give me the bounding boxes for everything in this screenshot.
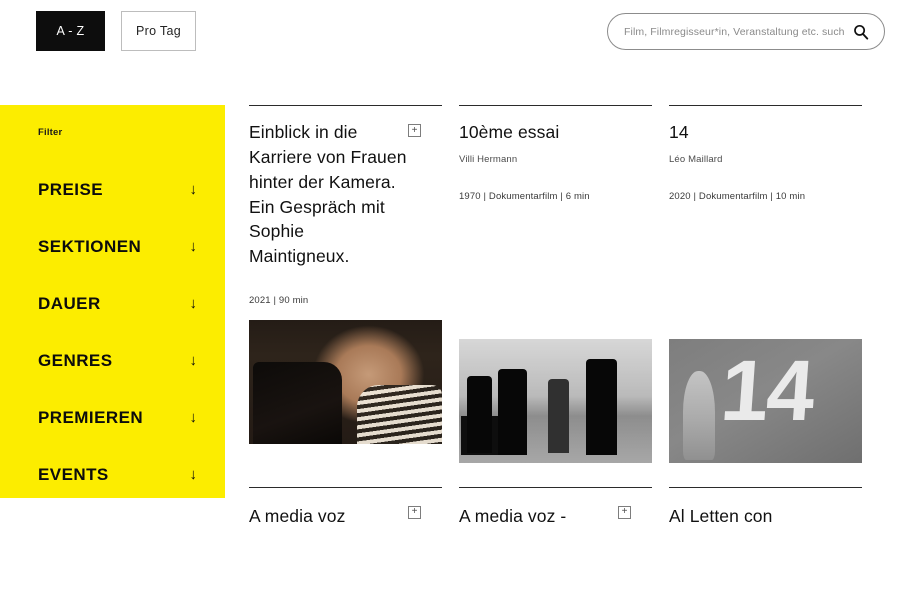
page-root: A - Z Pro Tag Filter PREISE ↓ SEKTIONEN xyxy=(0,0,900,594)
filmcrew-photo-icon xyxy=(459,338,652,463)
results-row: + A media voz + A media voz - Al Letten … xyxy=(249,486,889,529)
arrow-down-icon: ↓ xyxy=(189,409,198,426)
film-card[interactable]: + A media voz xyxy=(249,486,442,529)
top-bar: A - Z Pro Tag xyxy=(0,0,900,62)
film-card[interactable]: + Einblick in die Karriere von Frauen hi… xyxy=(249,105,442,463)
card-meta: 2021 | 90 min xyxy=(249,295,309,307)
filter-item-premieren[interactable]: PREMIEREN ↓ xyxy=(0,389,225,446)
search-icon[interactable] xyxy=(852,23,870,41)
card-title[interactable]: 14 xyxy=(669,120,854,145)
add-to-list-badge[interactable]: + xyxy=(408,124,421,137)
filter-item-sektionen[interactable]: SEKTIONEN ↓ xyxy=(0,218,225,275)
filter-item-genres[interactable]: GENRES ↓ xyxy=(0,332,225,389)
card-director: Villi Hermann xyxy=(459,153,518,165)
filter-item-label: PREISE xyxy=(38,179,104,199)
card-title[interactable]: A media voz - xyxy=(459,504,617,529)
card-director: Léo Maillard xyxy=(669,153,723,165)
arrow-down-icon: ↓ xyxy=(189,238,198,255)
arrow-down-icon: ↓ xyxy=(189,181,198,198)
card-header: 14 Léo Maillard 2020 | Dokumentarfilm | … xyxy=(669,106,862,202)
card-title[interactable]: Al Letten con xyxy=(669,504,827,529)
card-header: 10ème essai Villi Hermann 1970 | Dokumen… xyxy=(459,106,652,202)
results-grid: + Einblick in die Karriere von Frauen hi… xyxy=(249,105,889,529)
filter-list: PREISE ↓ SEKTIONEN ↓ DAUER ↓ GENRES ↓ PR… xyxy=(0,161,225,503)
card-title[interactable]: 10ème essai xyxy=(459,120,644,145)
filter-item-preise[interactable]: PREISE ↓ xyxy=(0,161,225,218)
filter-item-label: SEKTIONEN xyxy=(38,236,142,256)
results-row: + Einblick in die Karriere von Frauen hi… xyxy=(249,105,889,463)
card-meta: 2020 | Dokumentarfilm | 10 min xyxy=(669,190,806,202)
card-thumbnail[interactable] xyxy=(459,338,652,463)
card-header: + Einblick in die Karriere von Frauen hi… xyxy=(249,106,442,306)
filter-item-label: DAUER xyxy=(38,293,101,313)
card-thumbnail[interactable]: 14 xyxy=(669,338,862,463)
add-to-list-badge[interactable]: + xyxy=(408,505,421,519)
arrow-down-icon: ↓ xyxy=(189,295,198,312)
filter-sidebar-title: Filter xyxy=(38,127,63,138)
card-header: + A media voz xyxy=(249,488,442,529)
filter-sidebar: Filter PREISE ↓ SEKTIONEN ↓ DAUER ↓ GENR… xyxy=(0,105,225,498)
search-bar[interactable] xyxy=(607,13,885,50)
card-header: + A media voz - xyxy=(459,488,652,529)
film-card[interactable]: Al Letten con xyxy=(669,486,862,529)
filter-item-events[interactable]: EVENTS ↓ xyxy=(0,446,225,503)
camerawoman-photo-icon xyxy=(249,320,442,445)
film-card[interactable]: + A media voz - xyxy=(459,486,652,529)
card-header: Al Letten con xyxy=(669,488,862,529)
card-thumbnail[interactable] xyxy=(249,320,442,445)
view-toggle-pro-tag[interactable]: Pro Tag xyxy=(121,11,196,51)
arrow-down-icon: ↓ xyxy=(189,352,198,369)
card-title[interactable]: Einblick in die Karriere von Frauen hint… xyxy=(249,120,407,269)
fourteen-wall-photo-icon: 14 xyxy=(669,338,862,463)
add-to-list-badge[interactable]: + xyxy=(618,505,631,519)
filter-item-label: PREMIEREN xyxy=(38,407,144,427)
search-input[interactable] xyxy=(624,25,848,38)
filter-item-dauer[interactable]: DAUER ↓ xyxy=(0,275,225,332)
view-toggle-group: A - Z Pro Tag xyxy=(36,11,196,51)
film-card[interactable]: 14 Léo Maillard 2020 | Dokumentarfilm | … xyxy=(669,105,862,463)
filter-item-label: GENRES xyxy=(38,350,113,370)
card-title[interactable]: A media voz xyxy=(249,504,407,529)
film-card[interactable]: 10ème essai Villi Hermann 1970 | Dokumen… xyxy=(459,105,652,463)
view-toggle-a-z[interactable]: A - Z xyxy=(36,11,105,51)
arrow-down-icon: ↓ xyxy=(189,466,198,483)
card-meta: 1970 | Dokumentarfilm | 6 min xyxy=(459,190,590,202)
filter-item-label: EVENTS xyxy=(38,464,109,484)
